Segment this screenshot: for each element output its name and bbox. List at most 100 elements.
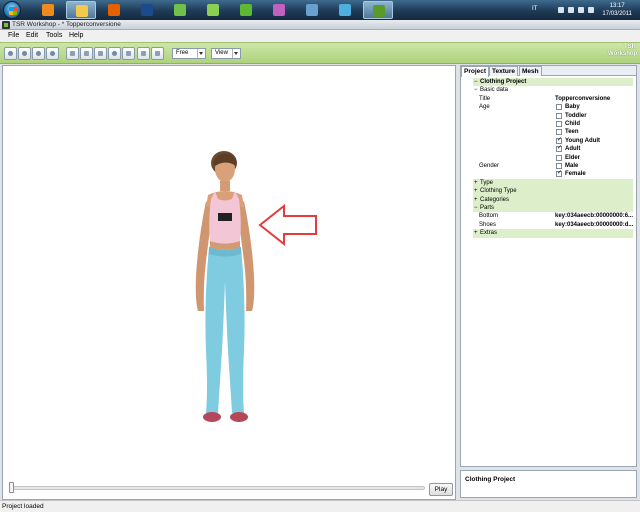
tool-icon [306,4,318,16]
taskbar-app-tool-icon[interactable] [297,1,327,19]
age-checkbox[interactable] [556,112,562,119]
3d-viewport[interactable]: Play [2,65,456,500]
sphere-icon [50,51,55,56]
grid-icon [70,51,75,56]
tab-project[interactable]: Project [461,66,490,77]
tree-extras[interactable]: + Extras [473,229,633,238]
age-checkbox[interactable] [556,104,562,111]
grid-button[interactable] [66,47,79,60]
taskbar-app-network-icon[interactable] [330,1,360,19]
tree-root[interactable]: − Clothing Project [473,78,633,87]
sims-icon [207,4,219,16]
light-view-button[interactable] [46,47,59,60]
texture-button[interactable] [80,47,93,60]
start-button[interactable] [3,1,21,19]
age-checkbox[interactable] [556,144,562,153]
gender-option: Female [473,169,633,178]
play-button[interactable]: Play [429,483,453,496]
floor-button[interactable] [137,47,150,60]
tool-button[interactable] [151,47,164,60]
age-checkbox[interactable] [556,136,562,144]
reset-camera-button[interactable] [108,47,121,60]
taskbar-app-sims-icon[interactable] [264,1,294,19]
status-bar: Project loaded [0,500,640,512]
age-option: Baby [473,103,633,111]
solid-view-button[interactable] [18,47,31,60]
panel-tabs: Project Texture Mesh [461,66,636,77]
tree-categories[interactable]: + Categories [473,195,633,204]
menu-file[interactable]: File [8,32,19,39]
wire-view-button[interactable] [32,47,45,60]
flag-icon[interactable] [568,7,574,13]
description-box: Clothing Project [460,470,637,498]
taskbar-app-photoshop-icon[interactable] [132,1,162,19]
taskbar-app-sims-icon[interactable] [165,1,195,19]
age-label: Adult [565,146,581,153]
shoes-part-row[interactable]: Shoes key:034aeecb:00000000:d... [473,221,633,229]
sphere-icon [22,51,27,56]
taskbar: IT 13:17 17/03/2011 [0,0,640,20]
age-label: Toddler [565,112,587,119]
title-value[interactable]: Topperconversione [555,95,633,103]
gender-label: Male [565,163,579,169]
timeline-slider-thumb[interactable] [9,482,14,493]
bones-icon [126,51,131,56]
age-checkbox[interactable] [556,154,562,161]
pencil-icon [155,51,160,56]
menu-tools[interactable]: Tools [46,32,62,39]
age-label: Teen [565,129,579,136]
menu-edit[interactable]: Edit [26,32,38,39]
age-label: Child [565,121,580,127]
taskbar-app-explorer-folder-icon[interactable] [66,1,96,19]
explorer-folder-icon [76,5,88,17]
age-checkbox[interactable] [556,129,562,136]
toolbar: Free View TSR Workshop [0,42,640,64]
age-checkbox[interactable] [556,121,562,127]
taskbar-app-firefox-icon[interactable] [99,1,129,19]
age-label: Young Adult [565,137,600,144]
sphere-view-button[interactable] [4,47,17,60]
timeline-slider[interactable] [11,486,425,490]
windows-logo-icon [9,7,17,15]
sim-model [195,151,255,422]
sphere-icon [8,51,13,56]
age-label: Baby [565,104,580,111]
gender-option: Male [473,162,633,170]
title-row[interactable]: Title Topperconversione [473,95,633,103]
camera-mode-select[interactable]: Free [172,48,206,59]
tab-texture[interactable]: Texture [489,66,518,76]
tree-clothing-type[interactable]: + Clothing Type [473,187,633,196]
tab-mesh[interactable]: Mesh [519,66,542,76]
taskbar-app-sims-icon[interactable] [198,1,228,19]
tsr-workshop-icon [373,5,385,17]
language-indicator[interactable]: IT [532,6,537,12]
tree-basic-data[interactable]: − Basic data [473,86,633,94]
age-option: Young Adult [473,136,633,145]
age-label: Elder [565,154,581,161]
volume-icon[interactable] [588,7,594,13]
magnifier-icon [98,51,103,56]
up-arrow-icon[interactable] [558,7,564,13]
gender-checkbox[interactable] [556,163,562,169]
age-option: Adult [473,144,633,153]
sphere-icon [36,51,41,56]
tree-parts[interactable]: − Parts [473,204,633,213]
taskbar-app-sims-icon[interactable] [231,1,261,19]
taskbar-app-tsr-workshop-icon[interactable] [363,1,393,19]
menu-help[interactable]: Help [69,32,83,39]
clock[interactable]: 13:17 17/03/2011 [602,2,632,18]
age-option: Child [473,120,633,128]
bottom-part-row[interactable]: Bottom key:034aeecb:00000000:6... [473,212,633,220]
view-select[interactable]: View [211,48,241,59]
tsr-workshop-logo: TSR Workshop [608,44,638,57]
camera-icon [112,51,117,56]
window-title: TSR Workshop - * Topperconversione [12,21,121,28]
sims-icon [174,4,186,16]
system-tray: IT 13:17 17/03/2011 [528,0,640,20]
bones-button[interactable] [122,47,135,60]
zoom-button[interactable] [94,47,107,60]
gender-checkbox[interactable] [556,169,562,178]
tree-type[interactable]: + Type [473,178,633,188]
network-icon[interactable] [578,7,584,13]
taskbar-app-media-player-icon[interactable] [33,1,63,19]
